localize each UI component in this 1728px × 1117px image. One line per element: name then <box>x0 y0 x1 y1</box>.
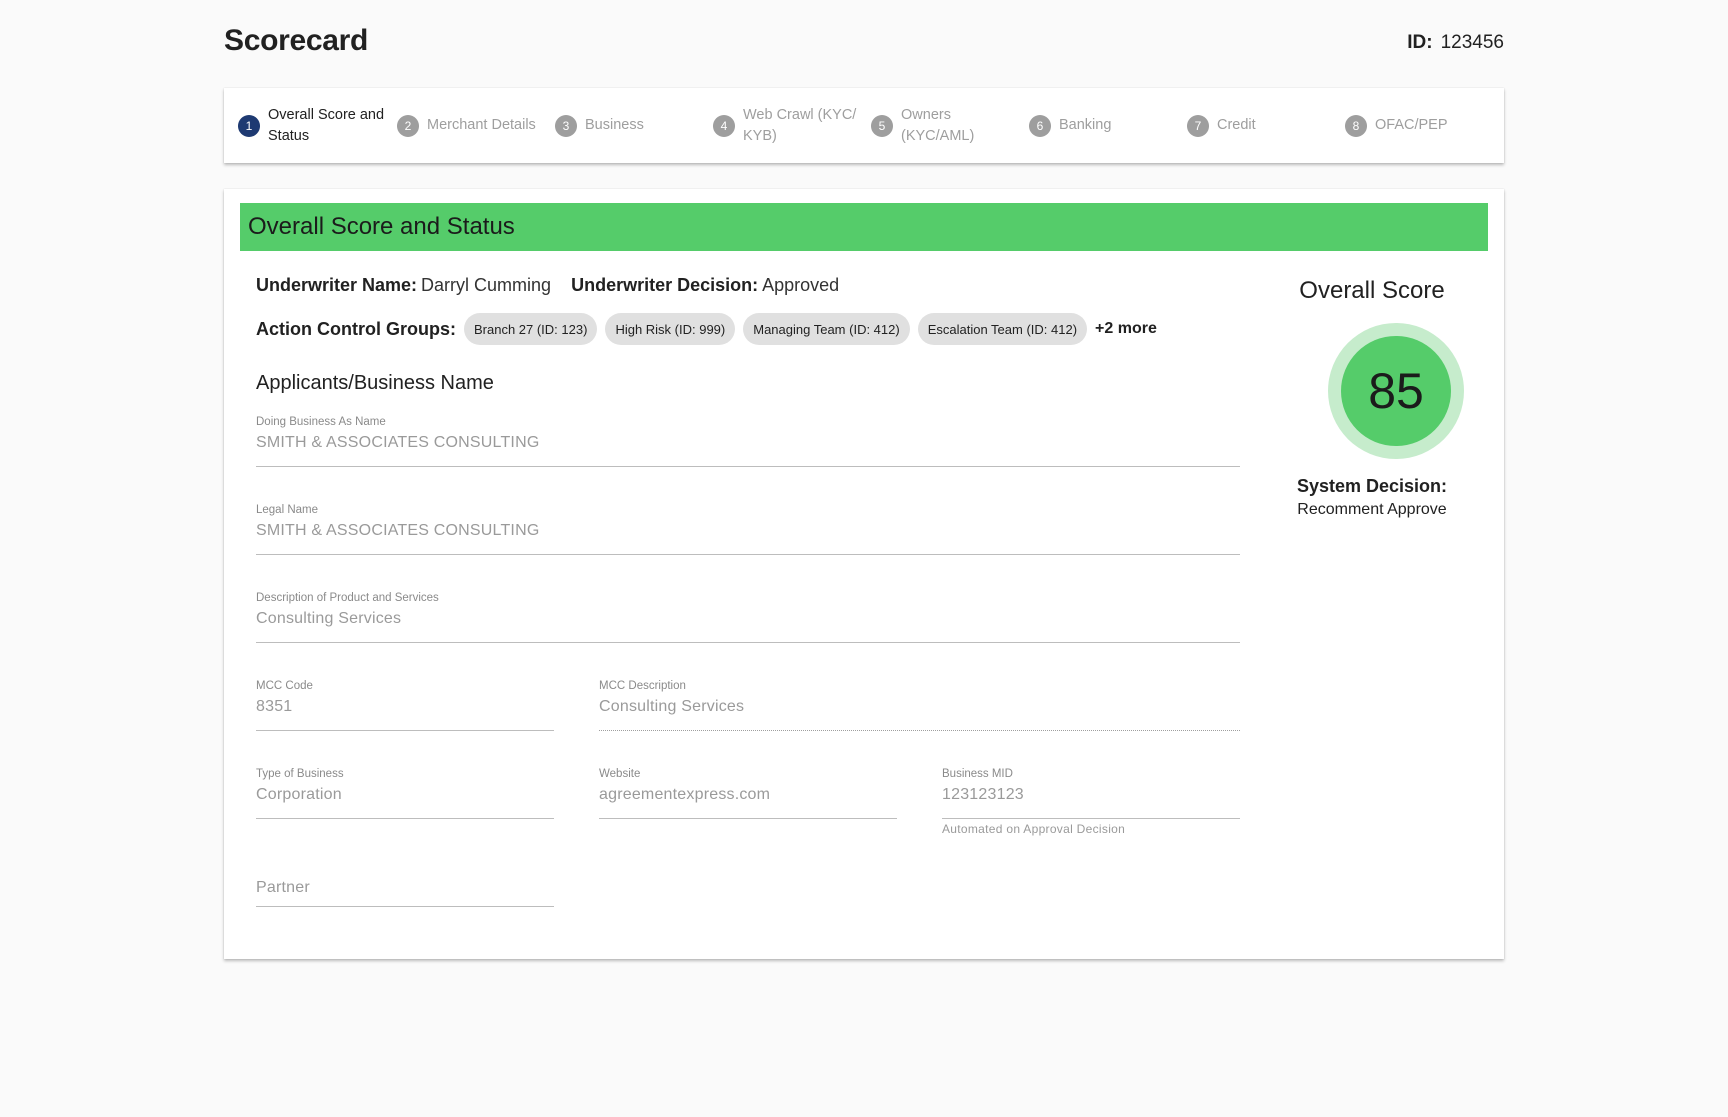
dba-name-field[interactable]: Doing Business As Name SMITH & ASSOCIATE… <box>256 416 1240 467</box>
step-label: Web Crawl (KYC/ KYB) <box>743 106 857 144</box>
website-field[interactable]: Website agreementexpress.com <box>599 768 897 819</box>
page-title: Scorecard <box>224 24 369 57</box>
business-mid-helper: Automated on Approval Decision <box>942 822 1126 836</box>
applicants-section-title: Applicants/Business Name <box>256 372 494 394</box>
step-overall-score[interactable]: 1 Overall Score and Status <box>238 88 388 163</box>
step-number: 6 <box>1029 114 1051 137</box>
dba-name-value: SMITH & ASSOCIATES CONSULTING <box>256 434 540 451</box>
website-value: agreementexpress.com <box>599 786 771 803</box>
underwriter-decision-label: Underwriter Decision: <box>571 275 759 295</box>
score-gauge: 85 <box>1328 323 1464 459</box>
description-value: Consulting Services <box>256 610 402 627</box>
overall-score-title: Overall Score <box>1299 277 1445 304</box>
action-group-chip[interactable]: Managing Team (ID: 412) <box>743 313 910 345</box>
step-label: Overall Score and Status <box>268 106 385 144</box>
overall-score-card: Overall Score and Status Underwriter Nam… <box>224 189 1504 959</box>
step-business[interactable]: 3 Business <box>555 88 705 163</box>
mcc-code-field[interactable]: MCC Code 8351 <box>256 680 554 731</box>
step-number: 3 <box>555 114 577 137</box>
type-of-business-label: Type of Business <box>256 768 344 780</box>
system-decision-label: System Decision: <box>1296 476 1448 496</box>
action-group-chip[interactable]: Escalation Team (ID: 412) <box>917 313 1088 345</box>
id-value: 123456 <box>1440 32 1504 53</box>
step-label: OFAC/PEP <box>1375 117 1448 133</box>
business-mid-value: 123123123 <box>942 786 1024 803</box>
action-group-chip[interactable]: High Risk (ID: 999) <box>605 313 736 345</box>
underwriter-decision: Underwriter Decision: Approved <box>571 275 839 296</box>
step-label: Business <box>585 117 644 133</box>
type-of-business-field[interactable]: Type of Business Corporation <box>256 768 554 819</box>
mcc-description-label: MCC Description <box>599 680 686 692</box>
action-groups-label: Action Control Groups: <box>256 318 456 339</box>
step-merchant-details[interactable]: 2 Merchant Details <box>397 88 547 163</box>
dba-name-label: Doing Business As Name <box>256 416 386 428</box>
mcc-code-label: MCC Code <box>256 680 313 692</box>
step-number: 8 <box>1345 114 1367 137</box>
legal-name-label: Legal Name <box>256 504 319 516</box>
step-number: 5 <box>871 114 893 137</box>
record-id: ID: 123456 <box>1407 32 1504 54</box>
step-label: Credit <box>1217 117 1256 133</box>
banner-title: Overall Score and Status <box>248 213 515 240</box>
step-banking[interactable]: 6 Banking <box>1029 88 1179 163</box>
score-value: 85 <box>1341 336 1451 446</box>
underwriter-name-value: Darryl Cumming <box>421 275 552 295</box>
website-label: Website <box>599 768 641 780</box>
step-number: 7 <box>1187 114 1209 137</box>
more-groups-link[interactable]: +2 more <box>1095 320 1157 338</box>
mcc-description-value: Consulting Services <box>599 698 745 715</box>
underwriter-row: Underwriter Name: Darryl Cumming Underwri… <box>256 275 839 296</box>
step-number: 1 <box>238 114 260 137</box>
step-number: 4 <box>713 114 735 137</box>
legal-name-field[interactable]: Legal Name SMITH & ASSOCIATES CONSULTING <box>256 504 1240 555</box>
stepper: 1 Overall Score and Status 2 Merchant De… <box>224 88 1504 163</box>
step-web-crawl[interactable]: 4 Web Crawl (KYC/ KYB) <box>713 88 863 163</box>
partner-field[interactable]: Partner <box>256 869 554 907</box>
step-label: Merchant Details <box>427 117 536 133</box>
underwriter-name: Underwriter Name: Darryl Cumming <box>256 275 551 296</box>
step-owners[interactable]: 5 Owners (KYC/AML) <box>871 88 1021 163</box>
description-label: Description of Product and Services <box>256 592 439 604</box>
step-label: Banking <box>1059 117 1112 133</box>
business-mid-label: Business MID <box>942 768 1013 780</box>
system-decision-value: Recomment Approve <box>1297 501 1447 518</box>
description-field[interactable]: Description of Product and Services Cons… <box>256 592 1240 643</box>
type-of-business-value: Corporation <box>256 786 342 803</box>
underwriter-name-label: Underwriter Name: <box>256 275 418 295</box>
mcc-description-field[interactable]: MCC Description Consulting Services <box>599 680 1240 731</box>
underwriter-decision-value: Approved <box>762 275 840 295</box>
legal-name-value: SMITH & ASSOCIATES CONSULTING <box>256 522 540 539</box>
step-ofac-pep[interactable]: 8 OFAC/PEP <box>1345 88 1495 163</box>
step-credit[interactable]: 7 Credit <box>1187 88 1337 163</box>
partner-placeholder: Partner <box>256 879 310 896</box>
action-control-groups: Action Control Groups: Branch 27 (ID: 12… <box>256 313 1157 345</box>
action-group-chip[interactable]: Branch 27 (ID: 123) <box>463 313 598 345</box>
step-number: 2 <box>397 114 419 137</box>
id-label: ID: <box>1407 32 1433 53</box>
business-mid-field[interactable]: Business MID 123123123 <box>942 768 1240 819</box>
mcc-code-value: 8351 <box>256 698 293 715</box>
step-label: Owners (KYC/AML) <box>901 106 975 144</box>
section-banner: Overall Score and Status <box>240 203 1488 251</box>
